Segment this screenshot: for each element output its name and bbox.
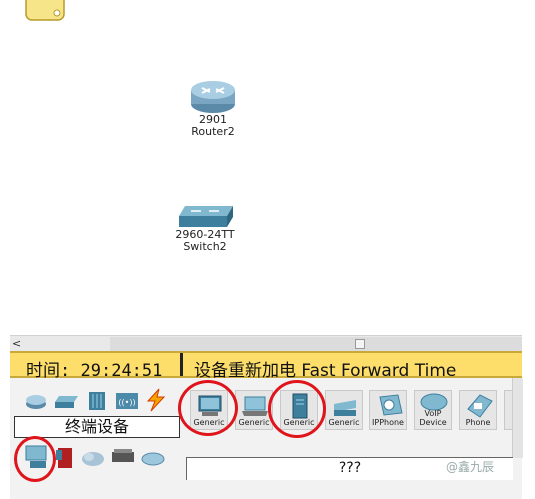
switch-device[interactable]: 2960-24TT Switch2 (170, 200, 240, 256)
scrollbar-thumb[interactable] (110, 337, 522, 351)
multiuser-category-icon[interactable] (140, 448, 166, 470)
voip-device-tile[interactable]: VoIP Device (414, 390, 452, 430)
ip-phone-tile[interactable]: IPPhone (369, 390, 407, 430)
wan-emulation-category-icon[interactable] (80, 448, 106, 470)
tile-label: VoIP Device (419, 409, 447, 427)
tile-label: IPPhone (372, 418, 404, 427)
printer-icon (334, 400, 356, 416)
router-name: Router2 (191, 125, 235, 138)
annotation-circle-generic-pc (178, 380, 238, 436)
routers-category-icon[interactable] (24, 391, 48, 411)
scroll-left-arrow-icon[interactable]: < (12, 336, 21, 352)
tile-label: Generic (238, 418, 270, 427)
custom-devices-category-icon[interactable] (110, 446, 136, 468)
partial-device-icon[interactable] (25, 0, 65, 22)
ip-phone-icon (379, 394, 403, 416)
annotation-circle-generic-server (268, 380, 326, 438)
switches-category-icon[interactable] (54, 392, 80, 412)
generic-printer-tile[interactable]: Generic (325, 390, 363, 430)
connections-category-icon[interactable] (144, 388, 168, 412)
security-category-icon[interactable] (54, 444, 76, 470)
device-category-label: 终端设备 (14, 416, 180, 438)
realtime-bar: 时间: 29:24:51 设备重新加电 Fast Forward Time (10, 351, 522, 381)
laptop-icon (242, 396, 268, 416)
svg-text:((•)): ((•)) (118, 398, 135, 407)
switch-name: Switch2 (183, 240, 227, 253)
tile-label: Phone (465, 418, 491, 427)
watermark: @鑫九辰 (446, 460, 495, 474)
bar-separator (180, 353, 183, 376)
tile-label: Generic (328, 418, 360, 427)
wireless-category-icon[interactable]: ((•)) (114, 390, 140, 412)
router-device[interactable]: 2901 Router2 (183, 78, 243, 138)
router-icon (191, 81, 235, 113)
annotation-circle-end-devices (14, 436, 56, 482)
category-row-top: ((•)) (22, 388, 172, 414)
scrollbar-grip-icon (355, 339, 365, 349)
phone-tile[interactable]: Phone (459, 390, 497, 430)
phone-icon (467, 394, 493, 418)
logical-workspace[interactable]: 2901 Router2 2960-24TT Switch2 (0, 0, 535, 334)
hubs-category-icon[interactable] (86, 390, 108, 412)
device-list-vertical-scrollbar[interactable] (512, 378, 523, 458)
